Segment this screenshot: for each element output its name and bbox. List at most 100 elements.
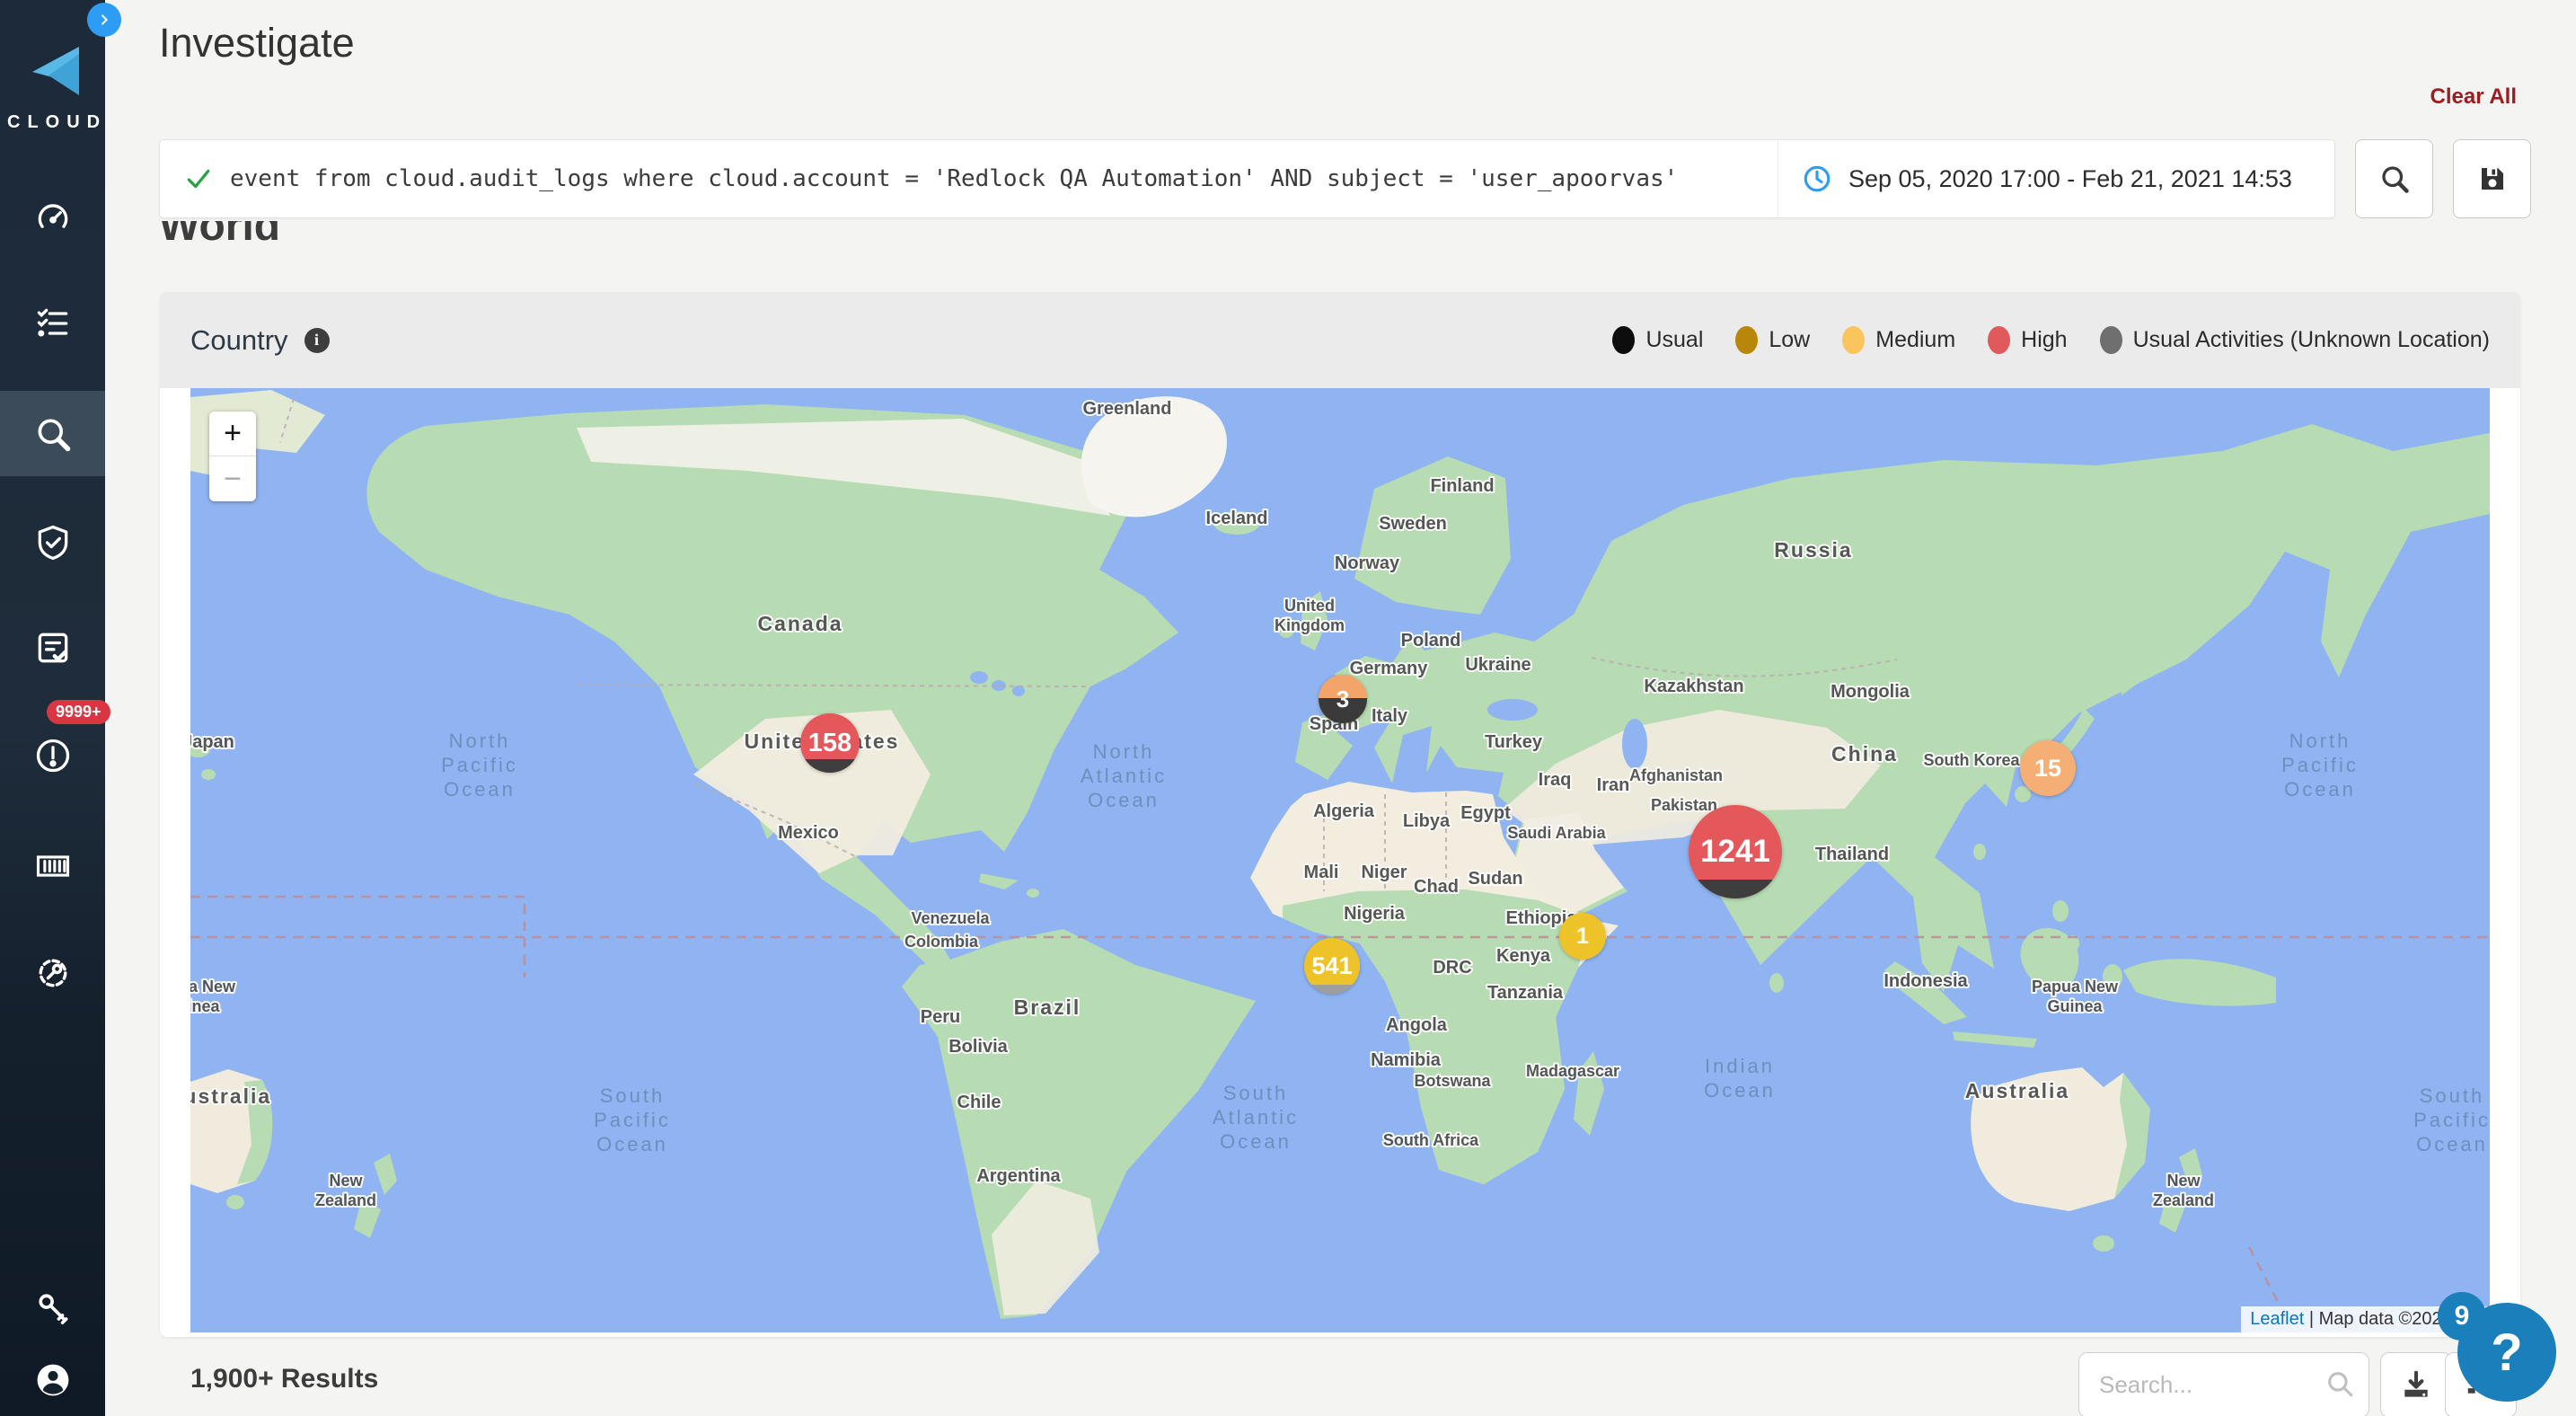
sidebar-expand-button[interactable] [87, 3, 121, 37]
svg-text:Mali: Mali [1304, 863, 1339, 882]
legend-dot-icon [1988, 326, 2010, 354]
legend-label: Medium [1875, 327, 1955, 353]
save-search-button[interactable] [2453, 139, 2531, 218]
country-panel: Country i UsualLowMediumHighUsual Activi… [160, 292, 2520, 1337]
download-icon [2399, 1368, 2433, 1403]
panel-title: Country [190, 324, 288, 357]
svg-text:Sudan: Sudan [1468, 869, 1522, 889]
svg-text:Greenland: Greenland [1083, 399, 1172, 419]
svg-text:Kazakhstan: Kazakhstan [1644, 677, 1743, 696]
svg-text:Papua NewGuinea: Papua NewGuinea [2032, 978, 2119, 1015]
sidebar: CLOUD [0, 0, 105, 1416]
svg-text:Nigeria: Nigeria [1344, 904, 1406, 924]
svg-text:Venezuela: Venezuela [911, 909, 990, 927]
svg-text:Canada: Canada [757, 612, 842, 635]
svg-text:Germany: Germany [1350, 659, 1429, 678]
sidebar-item-investigate[interactable] [0, 391, 105, 476]
main-content: Investigate Clear All event from cloud.a… [105, 0, 2576, 1416]
svg-text:Kenya: Kenya [1496, 946, 1551, 966]
svg-text:Pakistan: Pakistan [1651, 796, 1717, 814]
key-icon [33, 1288, 73, 1328]
legend-label: Usual Activities (Unknown Location) [2133, 327, 2490, 353]
legend-item: Usual [1612, 326, 1703, 354]
zoom-out-button[interactable]: − [209, 456, 256, 501]
page-title: Investigate [159, 20, 355, 66]
download-results-button[interactable] [2380, 1352, 2452, 1416]
query-input[interactable]: event from cloud.audit_logs where cloud.… [160, 165, 1778, 192]
checklist-icon [33, 304, 73, 343]
prisma-cloud-logo: CLOUD [0, 45, 105, 133]
legend-dot-icon [1842, 326, 1865, 354]
clock-icon [1802, 164, 1832, 194]
svg-text:Norway: Norway [1335, 553, 1400, 573]
cluster-marker[interactable]: 15 [2020, 740, 2076, 796]
legend-dot-icon [2100, 326, 2122, 354]
map-legend: UsualLowMediumHighUsual Activities (Unkn… [1612, 326, 2490, 354]
svg-text:Ukraine: Ukraine [1465, 655, 1531, 675]
sidebar-item-profile[interactable] [0, 1339, 105, 1416]
world-map[interactable]: NorthPacificOceanNorthAtlanticOceanSouth… [190, 388, 2490, 1332]
alerts-count-badge: 9999+ [47, 700, 110, 724]
save-floppy-icon [2476, 163, 2509, 195]
svg-text:Peru: Peru [921, 1007, 960, 1027]
gauge-icon [33, 199, 73, 238]
leaflet-link[interactable]: Leaflet [2250, 1309, 2304, 1329]
svg-text:NewZealand: NewZealand [315, 1172, 376, 1209]
svg-text:Iraq: Iraq [1539, 770, 1572, 790]
search-icon [2378, 163, 2411, 195]
help-button[interactable]: ? [2457, 1303, 2556, 1402]
svg-text:Afghanistan: Afghanistan [1629, 766, 1723, 784]
legend-label: Usual [1645, 327, 1703, 353]
svg-text:Brazil: Brazil [1014, 996, 1081, 1019]
logo-text: CLOUD [0, 112, 105, 133]
cluster-marker[interactable]: 3 [1319, 675, 1367, 723]
svg-text:Colombia: Colombia [904, 933, 979, 951]
section-heading-clipped: World [159, 221, 280, 273]
svg-text:Egypt: Egypt [1460, 803, 1511, 823]
clipboard-check-icon [33, 628, 73, 668]
map-zoom-control: + − [209, 412, 256, 501]
cluster-count: 158 [808, 729, 851, 758]
cluster-marker[interactable]: 541 [1304, 938, 1360, 994]
cluster-marker[interactable]: 1 [1559, 913, 1606, 960]
sidebar-item-access-keys[interactable] [0, 1267, 105, 1350]
svg-text:Algeria: Algeria [1313, 801, 1375, 821]
investigate-page: CLOUD [0, 0, 2576, 1416]
svg-text:Poland: Poland [1401, 631, 1461, 650]
svg-text:Libya: Libya [1403, 811, 1451, 831]
legend-item: Low [1735, 326, 1810, 354]
cluster-marker[interactable]: 158 [800, 713, 860, 773]
cluster-count: 3 [1337, 686, 1349, 713]
cluster-count: 1241 [1700, 834, 1770, 870]
results-count: 1,900+ Results [190, 1364, 378, 1394]
svg-text:Madagascar: Madagascar [1526, 1062, 1619, 1080]
run-search-button[interactable] [2355, 139, 2433, 218]
legend-label: Low [1769, 327, 1810, 353]
svg-text:Tanzania: Tanzania [1487, 983, 1564, 1003]
valid-check-icon [185, 165, 212, 192]
info-icon[interactable]: i [304, 328, 330, 353]
map-tiles: NorthPacificOceanNorthAtlanticOceanSouth… [190, 388, 2490, 1332]
sidebar-item-settings[interactable] [0, 932, 105, 1014]
zoom-in-button[interactable]: + [209, 412, 256, 456]
sidebar-item-compliance[interactable] [0, 501, 105, 584]
sidebar-item-compute[interactable] [0, 825, 105, 907]
svg-text:Italy: Italy [1372, 706, 1408, 726]
gear-wrench-icon [33, 953, 73, 993]
time-range-picker[interactable]: Sep 05, 2020 17:00 - Feb 21, 2021 14:53 [1778, 140, 2334, 217]
svg-text:NorthPacificOcean: NorthPacificOcean [441, 730, 518, 801]
svg-text:South Africa: South Africa [1383, 1131, 1479, 1149]
sidebar-item-alerts[interactable]: 9999+ [0, 714, 105, 797]
svg-text:IndianOcean: IndianOcean [1704, 1055, 1776, 1102]
sidebar-item-policies[interactable] [0, 282, 105, 365]
cluster-marker[interactable]: 1241 [1689, 805, 1782, 898]
world-heading: World [159, 221, 280, 251]
search-icon [33, 414, 73, 454]
sidebar-item-dashboard[interactable] [0, 177, 105, 260]
clear-all-link[interactable]: Clear All [2430, 84, 2517, 110]
svg-text:Bolivia: Bolivia [948, 1037, 1008, 1057]
svg-text:SouthPacificOcean: SouthPacificOcean [2413, 1084, 2490, 1155]
svg-text:Japan: Japan [190, 732, 234, 752]
query-row: event from cloud.audit_logs where cloud.… [159, 139, 2531, 218]
sidebar-item-reports[interactable] [0, 606, 105, 689]
